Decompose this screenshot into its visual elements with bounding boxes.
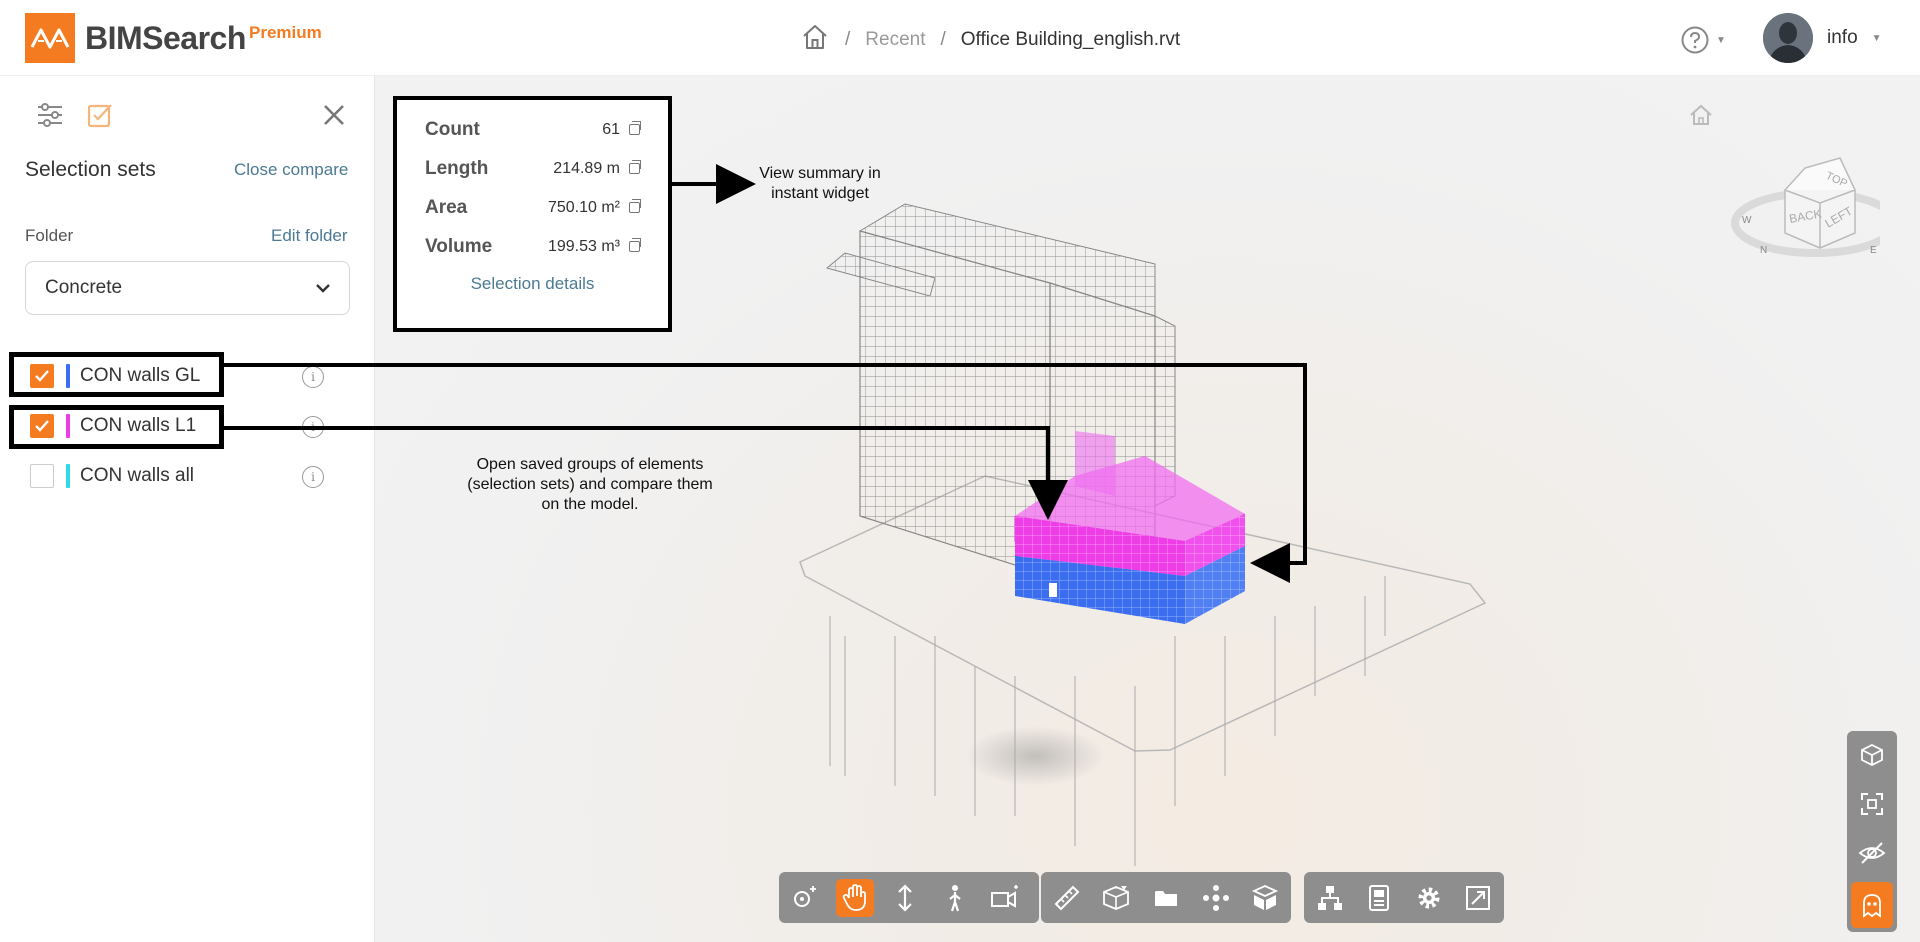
set-name: CON walls all (80, 465, 195, 486)
fullscreen-icon[interactable] (1460, 879, 1498, 917)
section-icon[interactable] (1098, 879, 1136, 917)
info-icon[interactable]: i (302, 466, 324, 488)
info-icon[interactable]: i (302, 366, 324, 388)
copy-icon[interactable] (629, 160, 641, 174)
close-icon[interactable] (322, 103, 346, 132)
app: BIMSearch Premium / Recent / Office Buil… (0, 0, 1920, 942)
properties-icon[interactable] (1361, 879, 1399, 917)
chevron-down-icon[interactable]: ▼ (1872, 33, 1882, 44)
zoom-icon[interactable] (886, 879, 924, 917)
fit-view-icon[interactable] (1851, 784, 1893, 824)
copy-icon[interactable] (629, 199, 641, 213)
walk-icon[interactable] (936, 879, 974, 917)
folder-select[interactable]: Concrete (25, 261, 350, 315)
breadcrumb-separator: / (845, 29, 851, 50)
highlight-frame (9, 405, 224, 449)
annotation-line: (selection sets) and compare them (467, 476, 713, 493)
premium-badge: Premium (249, 23, 322, 42)
summary-row: Volume 199.53 m³ (425, 227, 641, 266)
annotation-line: on the model. (541, 496, 639, 513)
summary-label: Count (425, 118, 480, 140)
selection-details-link[interactable]: Selection details (425, 274, 640, 294)
annotation-line: instant widget (771, 185, 869, 202)
close-compare-link[interactable]: Close compare (234, 160, 348, 180)
measure-icon[interactable] (1048, 879, 1086, 917)
annotation-line: View summary in (759, 165, 881, 182)
user-name[interactable]: info (1827, 27, 1858, 49)
compass-w-label: W (1742, 215, 1752, 226)
sets-annotation: Open saved groups of elements (selection… (440, 455, 740, 515)
annotation-line: Open saved groups of elements (476, 456, 704, 473)
summary-label: Length (425, 157, 489, 179)
hide-icon[interactable] (1851, 833, 1893, 873)
door-opening (1049, 583, 1057, 597)
user-menu[interactable]: info ▼ (1763, 13, 1882, 63)
chevron-down-icon (316, 284, 330, 293)
summary-label: Area (425, 196, 468, 218)
help-menu[interactable]: ▼ (1680, 25, 1726, 55)
folder-icon[interactable] (1147, 879, 1185, 917)
edit-folder-link[interactable]: Edit folder (271, 226, 348, 246)
view-side-toolbar (1847, 731, 1897, 932)
settings-toolbar (1304, 872, 1504, 923)
explode-icon[interactable] (1197, 879, 1235, 917)
selection-sets-panel: Selection sets Close compare Folder Edit… (0, 76, 375, 942)
summary-label: Volume (425, 235, 493, 257)
widget-annotation: View summary in instant widget (740, 164, 900, 204)
top-bar: BIMSearch Premium / Recent / Office Buil… (0, 0, 1920, 76)
brand-name: BIMSearch (85, 20, 246, 56)
filter-sliders-icon[interactable] (36, 101, 64, 134)
settings-icon[interactable] (1410, 879, 1448, 917)
home-view-icon[interactable] (1686, 100, 1716, 135)
avatar[interactable] (1763, 13, 1813, 63)
cube-view-icon[interactable] (1851, 735, 1893, 775)
chevron-down-icon[interactable]: ▼ (1716, 35, 1726, 46)
folder-label: Folder (25, 226, 74, 245)
summary-value: 199.53 m³ (547, 237, 620, 255)
copy-icon[interactable] (629, 121, 641, 135)
breadcrumb-separator: / (940, 29, 946, 50)
selection-sets-icon[interactable] (86, 101, 114, 134)
panel-title: Selection sets (25, 158, 156, 181)
breadcrumb-recent[interactable]: Recent (865, 29, 925, 51)
summary-row: Area 750.10 m² (425, 188, 641, 227)
folder-select-value: Concrete (45, 277, 123, 298)
camera-icon[interactable] (986, 879, 1024, 917)
pan-icon[interactable] (836, 878, 874, 917)
breadcrumb-current: Office Building_english.rvt (960, 29, 1181, 50)
breadcrumb: / Recent / Office Building_english.rvt (800, 22, 1180, 58)
compass-n-label: N (1760, 245, 1767, 256)
orbit-icon[interactable] (786, 879, 824, 917)
summary-widget: Count 61 Length 214.89 m Area 750.10 m² … (393, 96, 672, 332)
view-cube[interactable]: TOP BACK LEFT N W E (1730, 128, 1899, 273)
summary-row: Count 61 (425, 110, 641, 149)
summary-value: 214.89 m (553, 159, 620, 177)
copy-icon[interactable] (629, 238, 641, 252)
help-icon[interactable] (1680, 25, 1710, 55)
summary-row: Length 214.89 m (425, 149, 641, 188)
ghost-icon[interactable] (1851, 882, 1893, 928)
logo-icon[interactable] (25, 13, 75, 63)
home-icon[interactable] (800, 22, 830, 58)
navigation-toolbar (779, 872, 1039, 923)
highlight-frame (9, 352, 224, 397)
summary-value: 750.10 m² (547, 198, 620, 216)
set-color-indicator (66, 464, 70, 488)
selection-set-row[interactable]: CON walls all (30, 461, 194, 491)
tree-icon[interactable] (1311, 879, 1349, 917)
box-icon[interactable] (1246, 879, 1284, 917)
summary-value: 61 (602, 120, 620, 138)
tools-toolbar (1041, 872, 1291, 923)
compass-e-label: E (1870, 245, 1877, 256)
checkbox[interactable] (30, 464, 54, 488)
info-icon[interactable]: i (302, 416, 324, 438)
